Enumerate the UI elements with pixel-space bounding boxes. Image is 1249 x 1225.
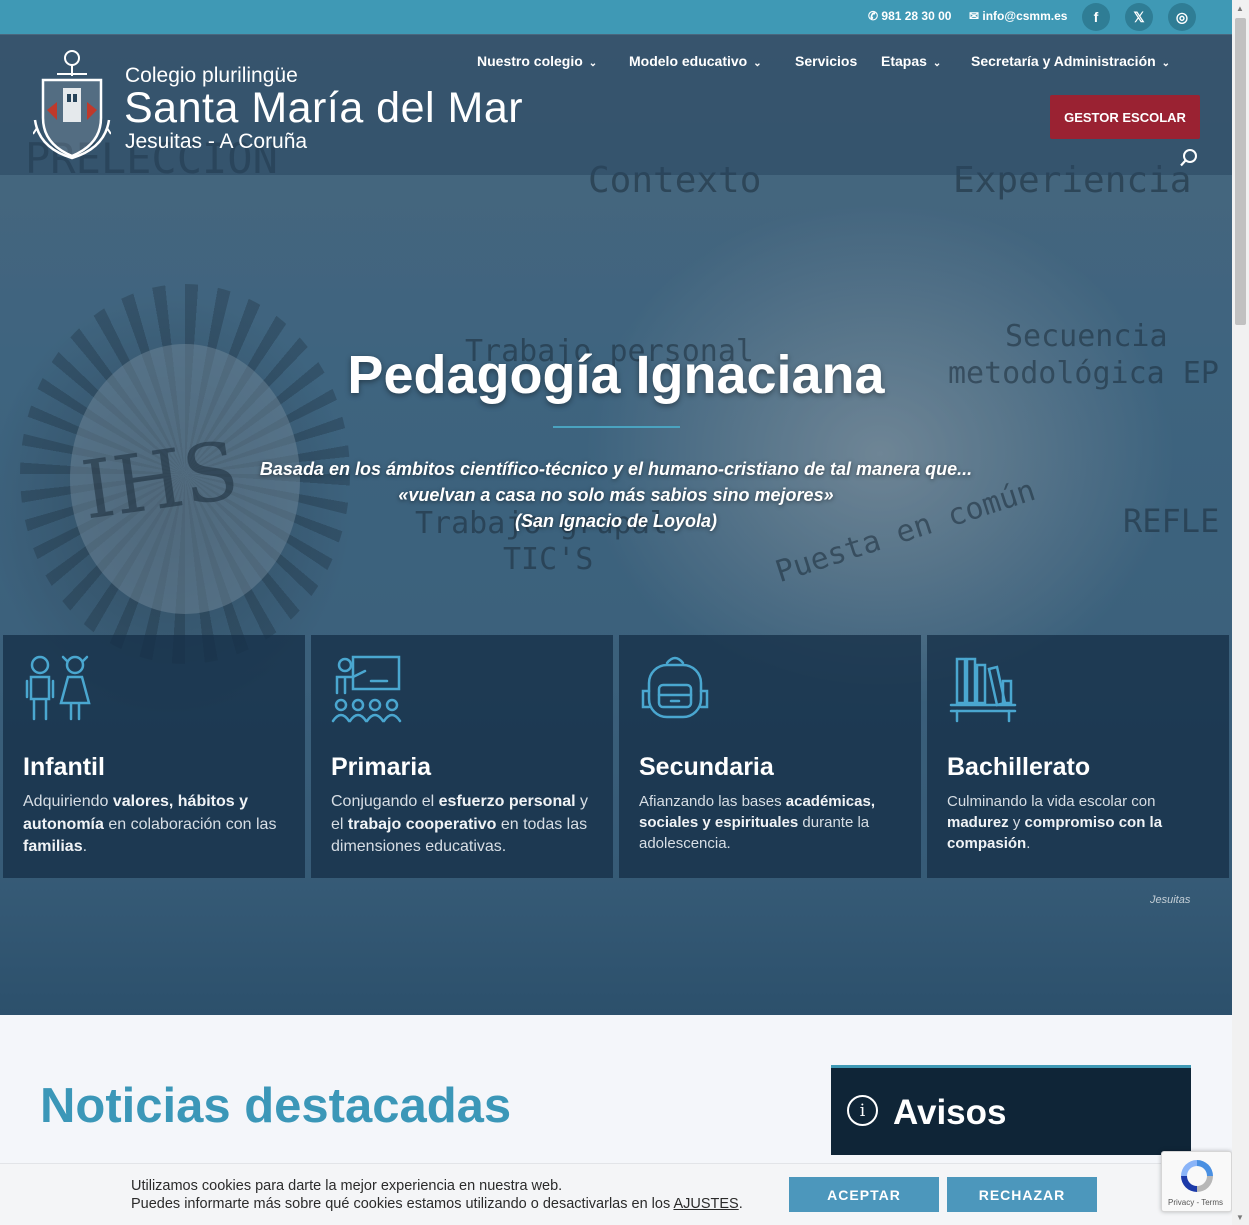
cookie-settings-link[interactable]: AJUSTES [673,1196,738,1212]
scroll-up-arrow-icon[interactable]: ▲ [1236,4,1244,13]
logo-subtitle: Jesuitas - A Coruña [125,130,308,153]
hero-quote-author: (San Ignacio de Loyola) [514,511,718,531]
gestor-escolar-button[interactable]: GESTOR ESCOLAR [1050,95,1200,139]
cookie-consent-bar: Utilizamos cookies para darte la mejor e… [0,1163,1232,1225]
card-description: Adquiriendo valores, hábitos y autonomía… [23,793,277,855]
card-primaria[interactable]: Primaria Conjugando el esfuerzo personal… [311,635,613,878]
hero-divider [553,426,680,428]
hero-quote: «vuelvan a casa no solo más sabios sino … [398,485,834,505]
avisos-panel[interactable]: i Avisos [831,1065,1191,1155]
hero-subtitle-line: Basada en los ámbitos científico-técnico… [259,459,973,479]
chevron-down-icon: ⌄ [753,58,762,69]
card-description: Conjugando el esfuerzo personal y el tra… [331,793,589,855]
nav-secretaria[interactable]: Secretaría y Administración ⌄ [971,53,1170,69]
teacher-class-icon [331,655,402,723]
recaptcha-badge[interactable]: Privacy - Terms [1161,1151,1232,1212]
scroll-down-arrow-icon[interactable]: ▼ [1236,1213,1244,1222]
phone-link[interactable]: ✆ 981 28 30 00 [868,9,951,23]
phone-number: 981 28 30 00 [881,9,952,23]
recaptcha-links: Privacy - Terms [1168,1198,1223,1207]
card-title: Bachillerato [947,753,1091,781]
facebook-icon[interactable]: f [1082,3,1110,31]
nav-modelo-educativo[interactable]: Modelo educativo ⌄ [629,53,762,69]
chevron-down-icon: ⌄ [932,58,942,69]
email-address: info@csmm.es [982,9,1068,23]
reject-cookies-button[interactable]: RECHAZAR [947,1177,1097,1212]
card-title: Infantil [23,753,105,781]
card-description: Culminando la vida escolar con madurez y… [947,793,1163,852]
scrollbar-thumb[interactable] [1235,18,1246,325]
chevron-down-icon: ⌄ [588,58,598,69]
cookie-message: Utilizamos cookies para darte la mejor e… [131,1178,743,1212]
logo-school-name[interactable]: Santa María del Mar [124,84,523,133]
recaptcha-terms-link[interactable]: Terms [1201,1198,1223,1207]
card-description: Afianzando las bases académicas, sociale… [639,793,875,852]
hero-subtitle: Basada en los ámbitos científico-técnico… [0,456,1232,534]
nav-nuestro-colegio[interactable]: Nuestro colegio ⌄ [477,53,597,69]
accept-cookies-button[interactable]: ACEPTAR [789,1177,939,1212]
top-bar: ✆ 981 28 30 00 ✉ info@csmm.es f 𝕏 ◎ [0,0,1232,34]
card-secundaria[interactable]: Secundaria Afianzando las bases académic… [619,635,921,878]
nav-etapas[interactable]: Etapas ⌄ [881,53,941,69]
hero-title: Pedagogía Ignaciana [347,345,885,405]
recaptcha-icon [1181,1160,1213,1192]
school-crest-logo[interactable] [33,48,111,160]
nav-servicios[interactable]: Servicios [795,53,857,69]
card-title: Primaria [331,753,432,781]
card-bachillerato[interactable]: Bachillerato Culminando la vida escolar … [927,635,1229,878]
chevron-down-icon: ⌄ [1161,58,1171,69]
avisos-title: Avisos [893,1093,1007,1132]
x-icon[interactable]: 𝕏 [1125,3,1153,31]
card-title: Secundaria [639,753,774,781]
info-icon: i [847,1095,878,1126]
backpack-icon [641,656,709,719]
email-link[interactable]: ✉ info@csmm.es [969,9,1067,23]
news-section-title: Noticias destacadas [40,1079,512,1133]
card-infantil[interactable]: Infantil Adquiriendo valores, hábitos y … [3,635,305,878]
children-icon [25,655,91,721]
bookshelf-icon [949,657,1017,723]
recaptcha-privacy-link[interactable]: Privacy [1168,1198,1194,1207]
jesuitas-watermark-logo: Jesuitas [1150,894,1191,906]
instagram-icon[interactable]: ◎ [1168,3,1196,31]
search-icon[interactable] [1179,148,1199,168]
